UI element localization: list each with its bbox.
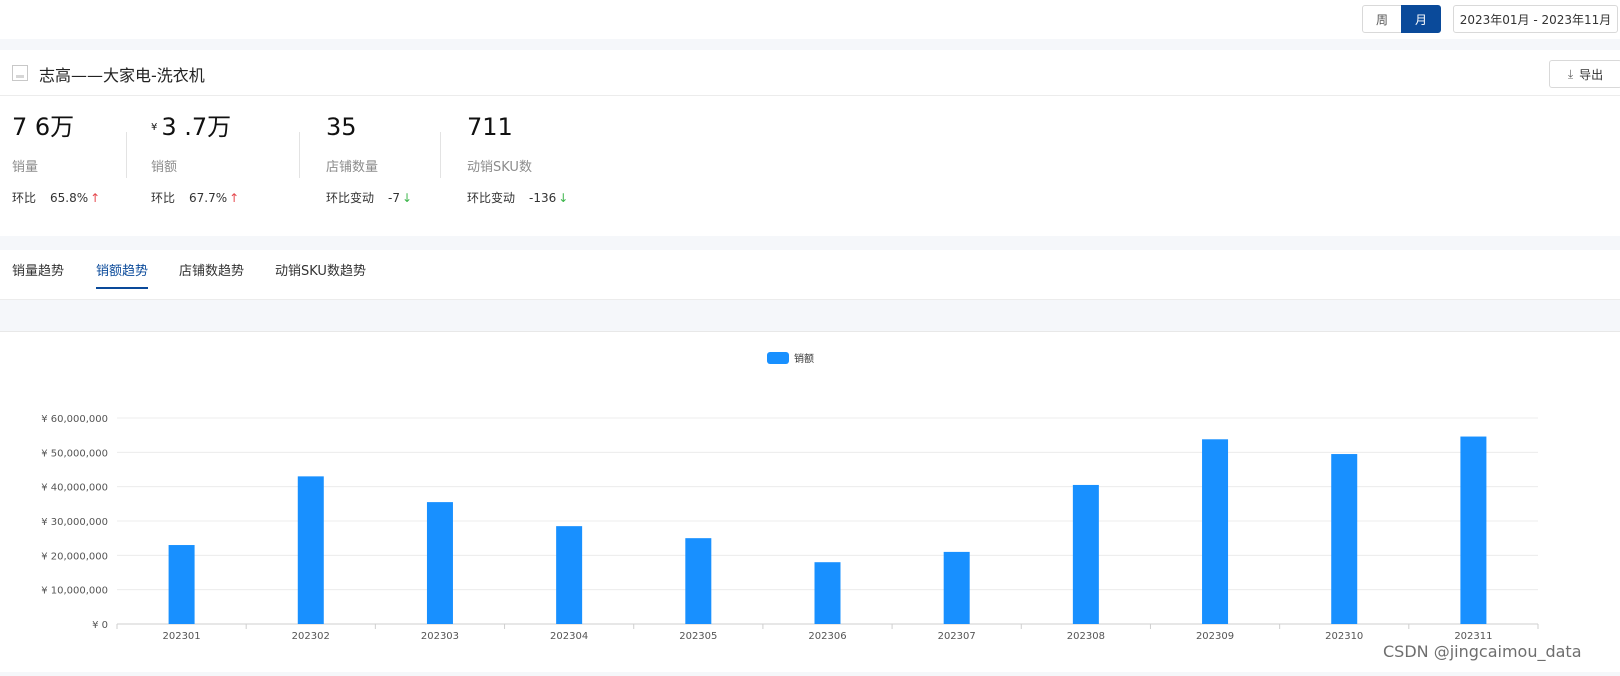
y-tick-label: ¥ 20,000,000 bbox=[41, 551, 108, 562]
x-tick-label: 202309 bbox=[1196, 631, 1234, 642]
kpi-change-value: 65.8% bbox=[50, 191, 89, 205]
y-tick-label: ¥ 50,000,000 bbox=[41, 448, 108, 459]
legend-label: 销额 bbox=[794, 352, 814, 365]
tab-active-sku-trend[interactable]: 动销SKU数趋势 bbox=[275, 260, 366, 287]
kpi-value: 7 6万 bbox=[12, 112, 100, 142]
chart-legend[interactable]: 销额 bbox=[767, 352, 814, 365]
sales-amount-bar-chart: 销额 ¥ 0 ¥ 10,000,000 ¥ 20,000,000 ¥ 30,000,0… bbox=[41, 352, 1539, 642]
y-tick-label: ¥ 0 bbox=[92, 620, 108, 631]
x-tick-label: 202303 bbox=[421, 631, 459, 642]
kpi-change-label: 环比变动 bbox=[467, 191, 516, 205]
x-tick-label: 202306 bbox=[808, 631, 846, 642]
download-icon: ⤓ bbox=[1567, 66, 1574, 81]
kpi-change-label: 环比 bbox=[151, 191, 176, 205]
bar bbox=[297, 476, 324, 624]
tab-sales-volume-trend[interactable]: 销量趋势 bbox=[12, 260, 64, 287]
bar bbox=[1202, 439, 1229, 624]
kpi-value: 711 bbox=[467, 113, 513, 141]
bar bbox=[1460, 436, 1487, 624]
week-toggle-button[interactable]: 周 bbox=[1362, 5, 1402, 33]
kpi-change-value: 67.7% bbox=[189, 191, 228, 205]
arrow-up-icon: ↑ bbox=[229, 191, 240, 205]
x-tick-label: 202308 bbox=[1067, 631, 1105, 642]
summary-card: 志高——大家电-洗衣机 ⤓ 导出 7 6万 销量 环比 65.8% ↑ ¥3 .7万… bbox=[0, 50, 1620, 236]
kpi-value: ¥3 .7万 bbox=[151, 112, 239, 142]
bar bbox=[1072, 484, 1099, 624]
kpi-divider bbox=[126, 132, 127, 178]
month-toggle-button[interactable]: 月 bbox=[1401, 5, 1441, 33]
export-label: 导出 bbox=[1579, 67, 1604, 82]
bar bbox=[426, 502, 453, 624]
kpi-value-text: 3 .7万 bbox=[161, 113, 232, 141]
x-tick-label: 202304 bbox=[550, 631, 588, 642]
kpi-change-value: -7 bbox=[388, 191, 400, 205]
tab-sales-amount-trend[interactable]: 销额趋势 bbox=[96, 260, 149, 289]
kpi-change: 环比变动 -7 ↓ bbox=[326, 189, 412, 206]
bar bbox=[685, 538, 712, 624]
kpi-value: 35 bbox=[326, 113, 357, 141]
x-tick-label: 202301 bbox=[162, 631, 200, 642]
export-button[interactable]: ⤓ 导出 bbox=[1549, 60, 1620, 88]
currency-symbol: ¥ bbox=[151, 122, 158, 133]
bar bbox=[168, 545, 195, 624]
kpi-value-text: 7 6万 bbox=[12, 113, 75, 141]
title-row: 志高——大家电-洗衣机 ⤓ 导出 bbox=[0, 50, 1620, 96]
kpi-active-sku-count: 711 动销SKU数 环比变动 -136 ↓ bbox=[467, 112, 568, 206]
y-tick-label: ¥ 40,000,000 bbox=[41, 483, 108, 494]
kpi-label: 店铺数量 bbox=[326, 160, 379, 175]
kpi-change-label: 环比变动 bbox=[326, 191, 375, 205]
bar bbox=[943, 551, 970, 624]
kpi-label: 销额 bbox=[151, 160, 178, 175]
watermark-text: CSDN @jingcaimou_data bbox=[1383, 642, 1582, 661]
kpi-divider bbox=[299, 132, 300, 178]
kpi-store-count: 35 店铺数量 环比变动 -7 ↓ bbox=[326, 112, 412, 206]
bar bbox=[556, 526, 583, 624]
kpi-change: 环比 67.7% ↑ bbox=[151, 189, 239, 206]
arrow-up-icon: ↑ bbox=[90, 191, 101, 205]
bar bbox=[814, 562, 841, 624]
y-tick-label: ¥ 60,000,000 bbox=[41, 414, 108, 425]
kpi-change-value: -136 bbox=[529, 191, 557, 205]
arrow-down-icon: ↓ bbox=[558, 191, 569, 205]
chart-panel: 销额 ¥ 0 ¥ 10,000,000 ¥ 20,000,000 ¥ 30,000,0… bbox=[0, 331, 1620, 672]
x-tick-label: 202302 bbox=[292, 631, 330, 642]
top-toolbar: 周 月 2023年01月 - 2023年11月 bbox=[0, 0, 1620, 39]
x-tick-label: 202311 bbox=[1454, 631, 1492, 642]
legend-swatch bbox=[767, 352, 789, 364]
y-tick-label: ¥ 30,000,000 bbox=[41, 517, 108, 528]
y-tick-label: ¥ 10,000,000 bbox=[41, 586, 108, 597]
kpi-sales-amount: ¥3 .7万 销额 环比 67.7% ↑ bbox=[151, 112, 239, 206]
kpi-sales-volume: 7 6万 销量 环比 65.8% ↑ bbox=[12, 112, 100, 206]
brand-logo-icon bbox=[12, 65, 28, 81]
date-range-picker[interactable]: 2023年01月 - 2023年11月 bbox=[1453, 5, 1618, 33]
x-tick-label: 202307 bbox=[938, 631, 976, 642]
kpi-label: 销量 bbox=[12, 160, 39, 175]
x-tick-label: 202305 bbox=[679, 631, 717, 642]
kpi-change: 环比变动 -136 ↓ bbox=[467, 189, 568, 206]
x-tick-label: 202310 bbox=[1325, 631, 1363, 642]
bar bbox=[1331, 454, 1358, 624]
kpi-change-label: 环比 bbox=[12, 191, 37, 205]
kpi-label: 动销SKU数 bbox=[467, 160, 532, 175]
arrow-down-icon: ↓ bbox=[401, 191, 413, 205]
trend-tabs: 销量趋势 销额趋势 店铺数趋势 动销SKU数趋势 bbox=[0, 250, 1620, 300]
kpi-change: 环比 65.8% ↑ bbox=[12, 189, 100, 206]
page-title: 志高——大家电-洗衣机 bbox=[39, 66, 205, 85]
tab-store-count-trend[interactable]: 店铺数趋势 bbox=[179, 260, 244, 287]
kpi-divider bbox=[440, 132, 441, 178]
